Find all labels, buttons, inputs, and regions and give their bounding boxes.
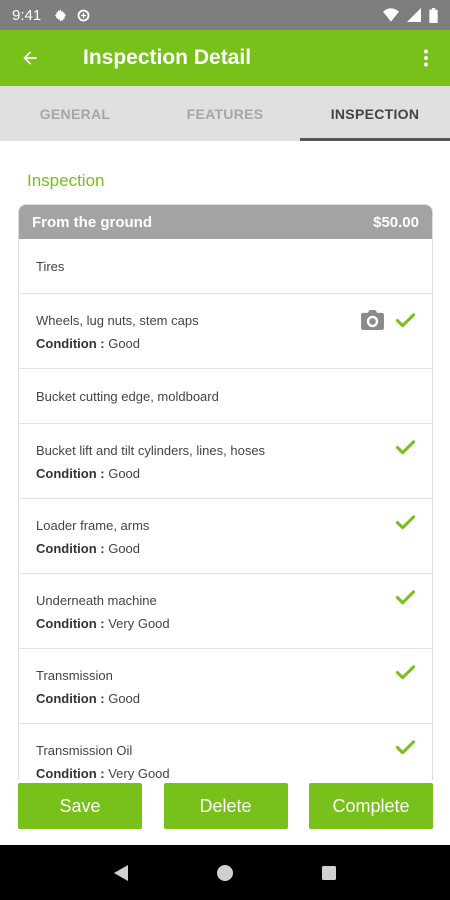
section-title: Inspection: [27, 171, 105, 190]
check-icon: [396, 440, 415, 455]
tab-inspection[interactable]: INSPECTION: [300, 86, 450, 141]
inspection-item-bucket-lift[interactable]: Bucket lift and tilt cylinders, lines, h…: [19, 424, 432, 499]
inspection-item-underneath[interactable]: Underneath machine Condition : Very Good: [19, 574, 432, 649]
inspection-item-wheels[interactable]: Wheels, lug nuts, stem caps Condition : …: [19, 294, 432, 369]
item-name: Wheels, lug nuts, stem caps: [36, 313, 199, 328]
card-price: $50.00: [373, 213, 419, 231]
nav-home-icon[interactable]: [216, 864, 234, 882]
system-nav-bar: [0, 845, 450, 900]
arrow-back-icon: [23, 51, 37, 65]
wifi-icon: [383, 8, 399, 22]
status-time: 9:41: [12, 6, 42, 24]
complete-button[interactable]: Complete: [309, 783, 433, 829]
camera-icon[interactable]: [361, 310, 384, 330]
inspection-card: From the ground $50.00 Tires Wheels, lug…: [18, 204, 433, 780]
more-options-button[interactable]: [402, 30, 450, 86]
inspection-item-bucket-edge[interactable]: Bucket cutting edge, moldboard: [19, 369, 432, 424]
item-name: Bucket lift and tilt cylinders, lines, h…: [36, 443, 266, 458]
data-saver-icon: [77, 9, 90, 21]
item-name: Bucket cutting edge, moldboard: [36, 388, 219, 404]
save-button[interactable]: Save: [18, 783, 142, 829]
more-vert-icon: [424, 49, 428, 67]
item-condition: Condition : Good: [36, 466, 141, 481]
status-bar: 9:41: [0, 0, 450, 30]
item-name: Transmission: [36, 668, 113, 683]
check-icon: [396, 515, 415, 530]
item-condition: Condition : Very Good: [36, 616, 170, 631]
inspection-item-transmission-oil[interactable]: Transmission Oil Condition : Very Good: [19, 724, 432, 780]
tab-bar: GENERAL FEATURES INSPECTION: [0, 86, 450, 141]
action-buttons: Save Delete Complete: [18, 783, 433, 829]
check-icon: [396, 312, 415, 327]
item-name: Tires: [36, 258, 65, 274]
inspection-item-tires[interactable]: Tires: [19, 239, 432, 294]
item-name: Loader frame, arms: [36, 518, 150, 533]
delete-button[interactable]: Delete: [163, 783, 288, 829]
signal-icon: [407, 8, 421, 22]
item-condition: Condition : Good: [36, 336, 141, 351]
card-header: From the ground $50.00: [19, 205, 432, 239]
tab-features[interactable]: FEATURES: [150, 86, 300, 141]
check-icon: [396, 665, 415, 680]
item-name: Transmission Oil: [36, 743, 133, 758]
back-button[interactable]: [0, 30, 60, 86]
nav-back-icon[interactable]: [113, 864, 129, 882]
check-icon: [396, 740, 415, 755]
item-condition: Condition : Good: [36, 541, 141, 556]
tab-general[interactable]: GENERAL: [0, 86, 150, 141]
page-title: Inspection Detail: [83, 46, 252, 69]
battery-icon: [429, 7, 438, 23]
card-title: From the ground: [32, 213, 152, 231]
check-icon: [396, 590, 415, 605]
app-bar: Inspection Detail: [0, 30, 450, 86]
inspection-item-loader-frame[interactable]: Loader frame, arms Condition : Good: [19, 499, 432, 574]
inspection-item-transmission[interactable]: Transmission Condition : Good: [19, 649, 432, 724]
item-name: Underneath machine: [36, 593, 157, 608]
inspection-content[interactable]: Inspection From the ground $50.00 Tires …: [0, 141, 450, 780]
settings-icon: [55, 8, 67, 22]
item-condition: Condition : Very Good: [36, 766, 170, 780]
item-condition: Condition : Good: [36, 691, 141, 706]
nav-recents-icon[interactable]: [321, 865, 337, 881]
